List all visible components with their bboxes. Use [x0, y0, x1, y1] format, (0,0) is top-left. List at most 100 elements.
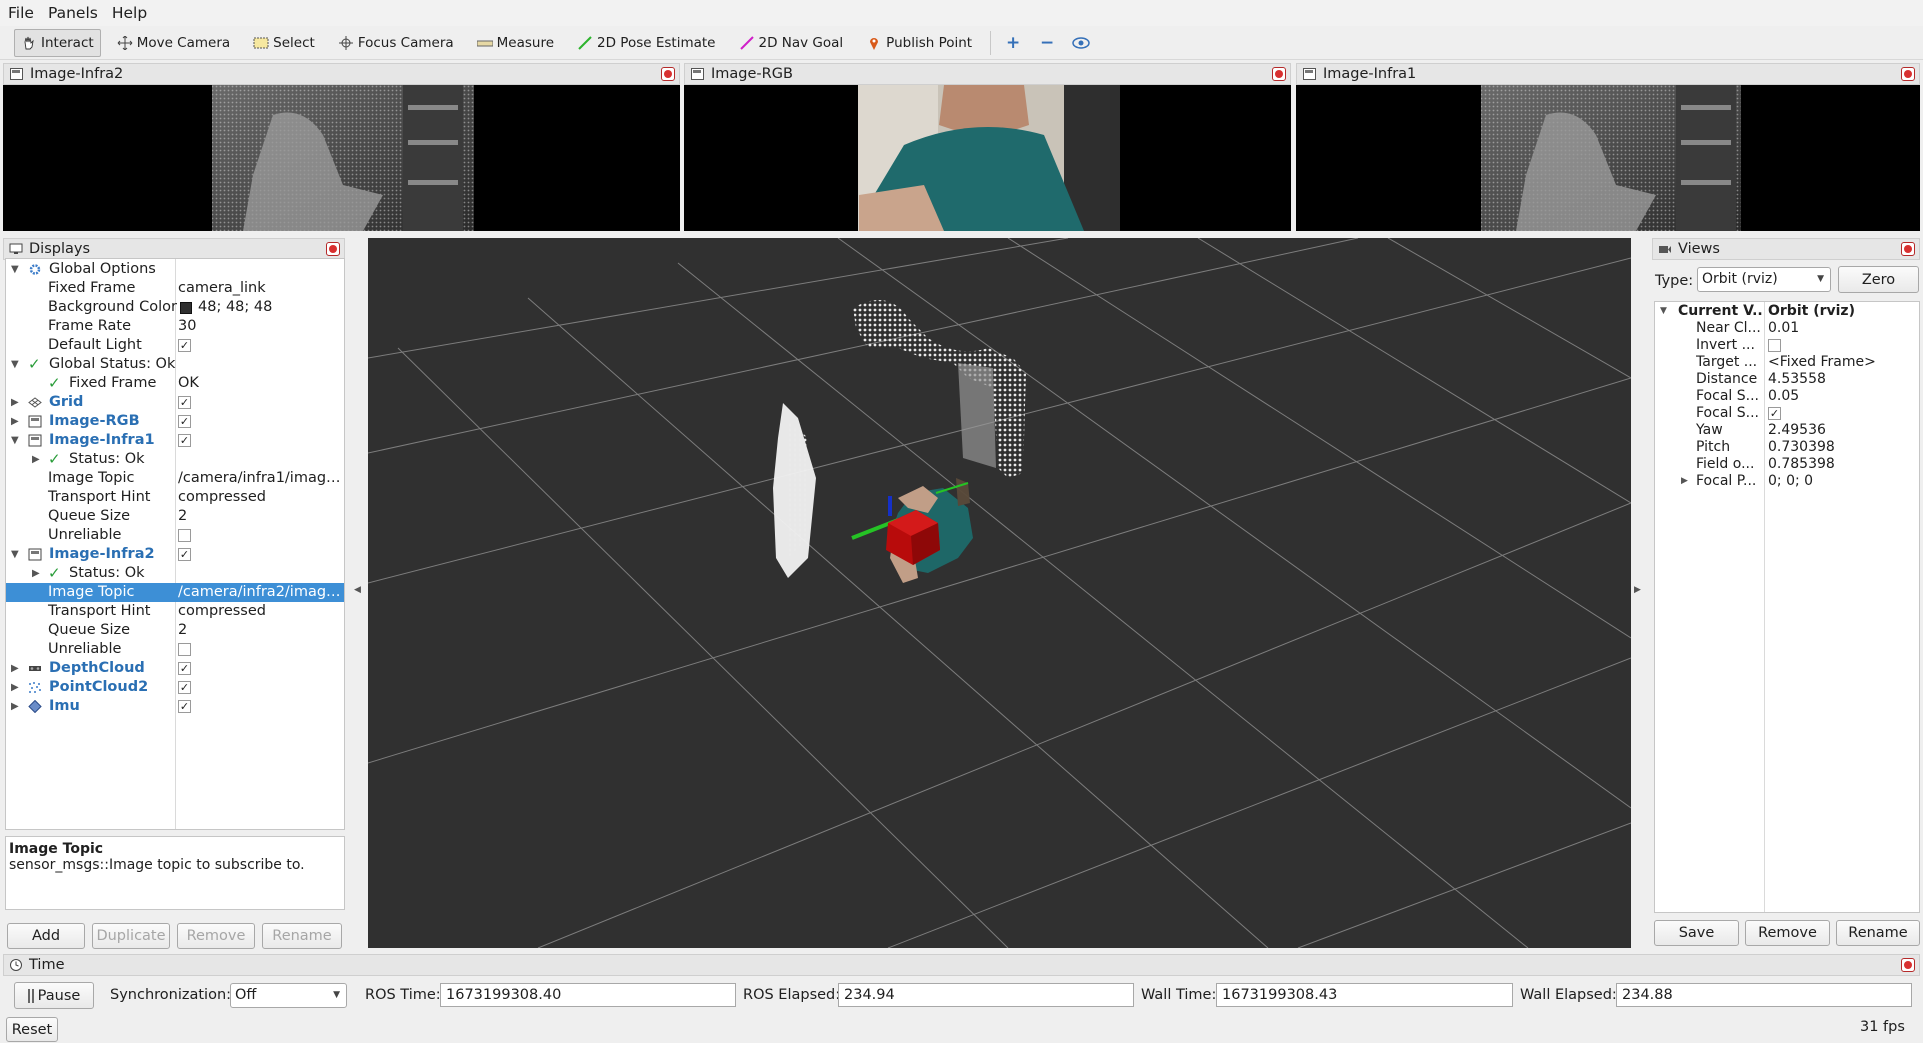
image-infra2-checkbox[interactable]: ✓ [178, 548, 191, 561]
focal-point-value[interactable]: 0; 0; 0 [1768, 473, 1813, 490]
focal-shape-fixed-checkbox[interactable]: ✓ [1768, 407, 1781, 420]
view-row-focal-shape-size[interactable]: Focal S... 0.05 [1655, 388, 1919, 405]
right-splitter-arrow-icon[interactable]: ▶ [1634, 585, 1641, 595]
remove-display-button[interactable]: Remove [177, 923, 255, 949]
menu-help[interactable]: Help [112, 4, 147, 22]
tree-row-infra2-unreliable[interactable]: Unreliable [6, 640, 344, 659]
3d-render-view[interactable] [368, 238, 1631, 948]
view-row-invert[interactable]: Invert ... [1655, 337, 1919, 354]
transport-hint-value[interactable]: compressed [178, 602, 266, 621]
tree-row-image-rgb[interactable]: ▶ Image-RGB ✓ [6, 412, 344, 431]
view-row-focal-point[interactable]: ▶ Focal P... 0; 0; 0 [1655, 473, 1919, 490]
rename-display-button[interactable]: Rename [262, 923, 342, 949]
add-tool-icon[interactable]: + [999, 29, 1027, 57]
collapsed-arrow-icon[interactable]: ▶ [11, 659, 19, 678]
left-splitter-arrow-icon[interactable]: ◀ [354, 585, 361, 595]
tool-properties-eye-icon[interactable] [1067, 29, 1095, 57]
collapsed-arrow-icon[interactable]: ▶ [11, 412, 19, 431]
add-display-button[interactable]: Add [7, 923, 85, 949]
view-row-focal-shape-fixed[interactable]: Focal S... ✓ [1655, 405, 1919, 422]
tree-row-fixed-frame[interactable]: Fixed Frame camera_link [6, 279, 344, 298]
yaw-value[interactable]: 2.49536 [1768, 422, 1826, 439]
nav-goal-tool-button[interactable]: 2D Nav Goal [732, 29, 851, 57]
publish-point-tool-button[interactable]: Publish Point [859, 29, 979, 57]
wall-time-field[interactable]: 1673199308.43 [1216, 983, 1513, 1007]
tree-row-background-color[interactable]: Background Color 48; 48; 48 [6, 298, 344, 317]
transport-hint-value[interactable]: compressed [178, 488, 266, 507]
view-row-field-of-view[interactable]: Field o... 0.785398 [1655, 456, 1919, 473]
move-camera-tool-button[interactable]: Move Camera [110, 29, 237, 57]
image-infra1-checkbox[interactable]: ✓ [178, 434, 191, 447]
invert-checkbox[interactable] [1768, 339, 1781, 352]
queue-size-value[interactable]: 2 [178, 621, 187, 640]
tree-row-infra1-transport-hint[interactable]: Transport Hint compressed [6, 488, 344, 507]
tree-row-default-light[interactable]: Default Light ✓ [6, 336, 344, 355]
collapsed-arrow-icon[interactable]: ▶ [11, 678, 19, 697]
view-row-pitch[interactable]: Pitch 0.730398 [1655, 439, 1919, 456]
close-icon[interactable] [661, 67, 675, 81]
pitch-value[interactable]: 0.730398 [1768, 439, 1835, 456]
rename-view-button[interactable]: Rename [1836, 920, 1920, 946]
save-view-button[interactable]: Save [1654, 920, 1739, 946]
pointcloud2-checkbox[interactable]: ✓ [178, 681, 191, 694]
collapsed-arrow-icon[interactable]: ▶ [32, 450, 40, 469]
image-rgb-checkbox[interactable]: ✓ [178, 415, 191, 428]
collapsed-arrow-icon[interactable]: ▶ [11, 393, 19, 412]
close-icon[interactable] [326, 242, 340, 256]
reset-button[interactable]: Reset [6, 1017, 58, 1042]
collapsed-arrow-icon[interactable]: ▶ [11, 697, 19, 716]
image-topic-value[interactable]: /camera/infra1/image... [178, 469, 342, 488]
view-row-yaw[interactable]: Yaw 2.49536 [1655, 422, 1919, 439]
view-row-current[interactable]: ▼ Current V... Orbit (rviz) [1655, 303, 1919, 320]
wall-elapsed-field[interactable]: 234.88 [1616, 983, 1912, 1007]
field-of-view-value[interactable]: 0.785398 [1768, 456, 1835, 473]
unreliable-checkbox[interactable] [178, 529, 191, 542]
close-icon[interactable] [1901, 242, 1915, 256]
tree-row-infra1-unreliable[interactable]: Unreliable [6, 526, 344, 545]
collapsed-arrow-icon[interactable]: ▶ [32, 564, 40, 583]
ros-time-field[interactable]: 1673199308.40 [440, 983, 736, 1007]
tree-row-infra1-queue-size[interactable]: Queue Size 2 [6, 507, 344, 526]
remove-view-button[interactable]: Remove [1745, 920, 1830, 946]
fixed-frame-value[interactable]: camera_link [178, 279, 266, 298]
view-row-target[interactable]: Target ... <Fixed Frame> [1655, 354, 1919, 371]
measure-tool-button[interactable]: Measure [470, 29, 561, 57]
expand-arrow-icon[interactable]: ▼ [11, 355, 19, 374]
queue-size-value[interactable]: 2 [178, 507, 187, 526]
pause-button[interactable]: Pause [14, 982, 94, 1009]
grid-checkbox[interactable]: ✓ [178, 396, 191, 409]
collapsed-arrow-icon[interactable]: ▶ [1681, 473, 1688, 490]
expand-arrow-icon[interactable]: ▼ [11, 260, 19, 279]
zero-view-button[interactable]: Zero [1838, 266, 1919, 293]
tree-row-infra1-image-topic[interactable]: Image Topic /camera/infra1/image... [6, 469, 344, 488]
pose-estimate-tool-button[interactable]: 2D Pose Estimate [570, 29, 722, 57]
tree-row-infra1-status[interactable]: ▶ ✓ Status: Ok [6, 450, 344, 469]
color-swatch[interactable] [180, 302, 192, 314]
remove-tool-icon[interactable]: − [1033, 29, 1061, 57]
tree-row-grid[interactable]: ▶ Grid ✓ [6, 393, 344, 412]
tree-row-image-infra2[interactable]: ▼ Image-Infra2 ✓ [6, 545, 344, 564]
focal-shape-size-value[interactable]: 0.05 [1768, 388, 1799, 405]
close-icon[interactable] [1901, 67, 1915, 81]
synchronization-dropdown[interactable]: Off ▼ [230, 983, 347, 1008]
tree-row-infra2-queue-size[interactable]: Queue Size 2 [6, 621, 344, 640]
background-color-value[interactable]: 48; 48; 48 [198, 298, 272, 317]
select-tool-button[interactable]: Select [246, 29, 322, 57]
close-icon[interactable] [1901, 958, 1915, 972]
near-clip-value[interactable]: 0.01 [1768, 320, 1799, 337]
tree-row-infra2-image-topic[interactable]: Image Topic /camera/infra2/image... [6, 583, 344, 602]
tree-row-infra2-status[interactable]: ▶ ✓ Status: Ok [6, 564, 344, 583]
image-topic-value[interactable]: /camera/infra2/image... [178, 583, 342, 602]
expand-arrow-icon[interactable]: ▼ [11, 431, 19, 450]
tree-row-pointcloud2[interactable]: ▶ PointCloud2 ✓ [6, 678, 344, 697]
expand-arrow-icon[interactable]: ▼ [1660, 303, 1667, 320]
view-type-dropdown[interactable]: Orbit (rviz) ▼ [1697, 267, 1831, 292]
close-icon[interactable] [1272, 67, 1286, 81]
depthcloud-checkbox[interactable]: ✓ [178, 662, 191, 675]
tree-row-global-status[interactable]: ▼ ✓ Global Status: Ok [6, 355, 344, 374]
expand-arrow-icon[interactable]: ▼ [11, 545, 19, 564]
tree-row-infra2-transport-hint[interactable]: Transport Hint compressed [6, 602, 344, 621]
menu-panels[interactable]: Panels [48, 4, 98, 22]
view-row-near-clip[interactable]: Near Cl... 0.01 [1655, 320, 1919, 337]
unreliable-checkbox[interactable] [178, 643, 191, 656]
